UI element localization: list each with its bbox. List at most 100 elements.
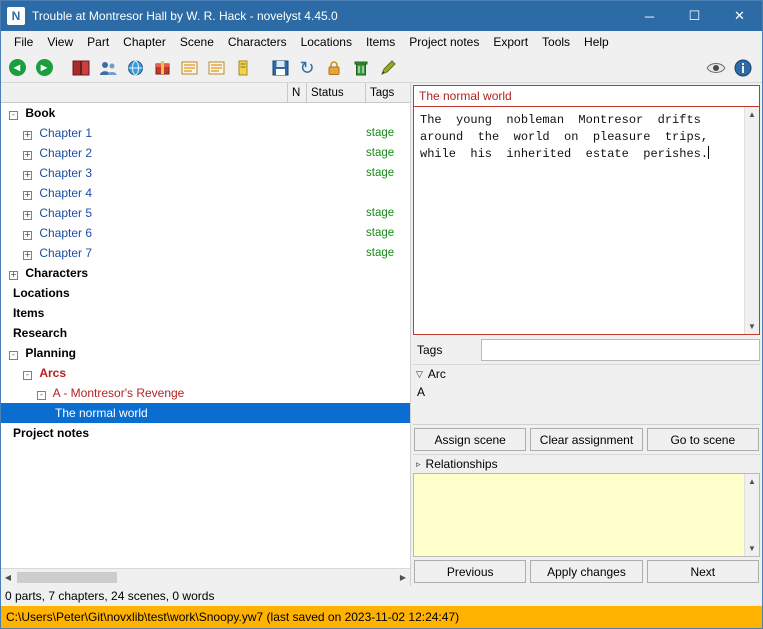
go-forward-button[interactable]: ▶ [32,56,56,80]
menu-tools[interactable]: Tools [535,32,577,52]
maximize-button[interactable]: ☐ [672,1,717,31]
expander-icon[interactable]: + [23,190,32,200]
save-button[interactable] [268,56,292,80]
view-notes-button[interactable] [231,56,255,80]
hscroll-thumb[interactable] [17,571,117,583]
element-title-input[interactable]: The normal world [413,85,760,107]
view-items-button[interactable] [150,56,174,80]
notes-text[interactable] [414,474,744,556]
tree-row-items[interactable]: Items [1,303,410,323]
expander-icon[interactable]: + [23,250,32,260]
view-book-button[interactable] [69,56,93,80]
tree-row-the-normal-world[interactable]: The normal world [1,403,410,423]
expander-icon[interactable]: - [23,370,32,380]
scroll-up-arrow-icon[interactable]: ▲ [745,107,760,122]
reload-button[interactable]: ↻ [295,56,319,80]
view-research-button[interactable] [177,56,201,80]
menu-locations[interactable]: Locations [294,32,359,52]
menu-help[interactable]: Help [577,32,616,52]
menu-file[interactable]: File [7,32,40,52]
tree-row-arcs[interactable]: - Arcs [1,363,410,383]
clear-assignment-button[interactable]: Clear assignment [530,428,643,451]
menu-characters[interactable]: Characters [221,32,294,52]
hscroll-track[interactable] [15,570,396,585]
tree-row-chapter-4[interactable]: + Chapter 4 [1,183,410,203]
close-button[interactable]: ✕ [717,1,762,31]
tree-row-content: + Chapter 7 [1,246,366,260]
go-to-scene-button[interactable]: Go to scene [646,428,759,451]
expander-icon[interactable]: + [23,130,32,140]
tree-row-project-notes[interactable]: Project notes [1,423,410,443]
tree-row-locations[interactable]: Locations [1,283,410,303]
tree-row-content: + Chapter 6 [1,226,366,240]
description-text[interactable]: The young nobleman Montresor drifts arou… [414,107,744,334]
menu-project-notes[interactable]: Project notes [402,32,486,52]
tree-row-chapter-7[interactable]: + Chapter 7 stage [1,243,410,263]
expander-icon[interactable]: + [23,210,32,220]
expander-icon[interactable]: - [9,110,18,120]
edit-button[interactable] [376,56,400,80]
tree-column-status[interactable]: Status [307,87,365,99]
tree-row-book[interactable]: - Book [1,103,410,123]
view-characters-button[interactable] [96,56,120,80]
scroll-left-arrow-icon[interactable]: ◀ [1,569,15,586]
tree-row-chapter-3[interactable]: + Chapter 3 stage [1,163,410,183]
menu-items[interactable]: Items [359,32,402,52]
project-tree[interactable]: - Book + Chapter 1 stage + Chapter 2 sta… [1,103,410,568]
tree-row-chapter-1[interactable]: + Chapter 1 stage [1,123,410,143]
expander-icon[interactable]: - [37,390,46,400]
menu-part[interactable]: Part [80,32,116,52]
previous-button[interactable]: Previous [414,560,527,583]
chevron-right-icon[interactable]: ▹ [416,459,421,470]
menu-view[interactable]: View [40,32,80,52]
scroll-right-arrow-icon[interactable]: ▶ [396,569,410,586]
view-locations-button[interactable] [123,56,147,80]
expander-icon[interactable]: + [9,270,18,280]
expander-icon[interactable]: + [23,150,32,160]
relationships-section-header[interactable]: ▹ Relationships [413,454,760,473]
expander-icon[interactable]: + [23,230,32,240]
tree-row-chapter-6[interactable]: + Chapter 6 stage [1,223,410,243]
next-button[interactable]: Next [646,560,759,583]
arc-value: A [417,385,426,399]
assign-scene-button[interactable]: Assign scene [414,428,527,451]
scroll-down-arrow-icon[interactable]: ▼ [745,541,760,556]
main-window: N Trouble at Montresor Hall by W. R. Hac… [0,0,763,629]
minimize-button[interactable]: ─ [627,1,672,31]
view-planning-button[interactable] [204,56,228,80]
lock-button[interactable] [322,56,346,80]
tree-row-tag: stage [366,247,395,259]
tree-horizontal-scrollbar[interactable]: ◀ ▶ [1,568,410,586]
menu-scene[interactable]: Scene [173,32,221,52]
tree-column-tags[interactable]: Tags [366,87,410,99]
scroll-down-arrow-icon[interactable]: ▼ [745,319,760,334]
menu-export[interactable]: Export [486,32,535,52]
properties-button[interactable] [731,56,755,80]
tree-row-research[interactable]: Research [1,323,410,343]
go-back-button[interactable]: ◀ [5,56,29,80]
tree-row-arc-a[interactable]: - A - Montresor's Revenge [1,383,410,403]
apply-changes-button[interactable]: Apply changes [530,560,643,583]
tree-row-content: - A - Montresor's Revenge [1,386,366,400]
chevron-down-icon[interactable]: ▽ [416,369,423,380]
toggle-viewer-button[interactable] [704,56,728,80]
tree-row-content: + Chapter 2 [1,146,366,160]
tree-row-chapter-2[interactable]: + Chapter 2 stage [1,143,410,163]
tree-column-n[interactable]: N [288,87,306,99]
notes-scrollbar[interactable]: ▲ ▼ [744,474,759,556]
menu-chapter[interactable]: Chapter [116,32,173,52]
book-icon [72,60,90,75]
arc-section-header[interactable]: ▽ Arc [413,364,760,383]
scroll-up-arrow-icon[interactable]: ▲ [745,474,760,489]
tags-input[interactable] [481,339,760,361]
tree-row-chapter-5[interactable]: + Chapter 5 stage [1,203,410,223]
expander-icon[interactable]: + [23,170,32,180]
tree-row-characters[interactable]: + Characters [1,263,410,283]
tree-row-planning[interactable]: - Planning [1,343,410,363]
expander-icon[interactable]: - [9,350,18,360]
delete-button[interactable] [349,56,373,80]
tree-row-content: + Chapter 4 [1,186,366,200]
description-scrollbar[interactable]: ▲ ▼ [744,107,759,334]
arc-value-box[interactable]: A [413,383,760,425]
tags-label: Tags [413,339,477,361]
